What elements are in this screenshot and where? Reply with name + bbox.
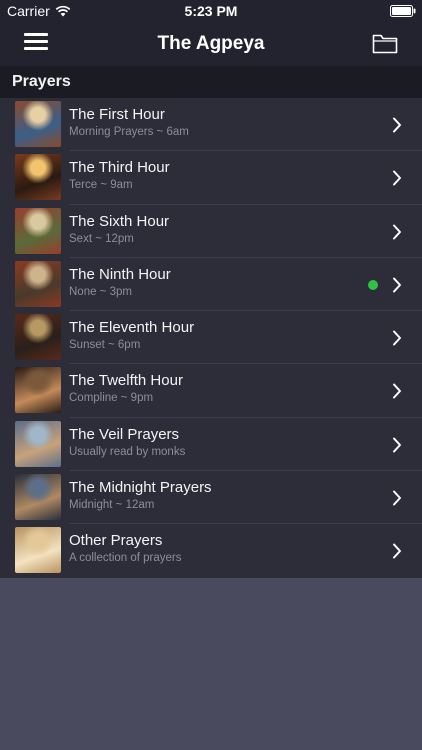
prayer-subtitle: Midnight ~ 12am xyxy=(69,499,155,512)
list-item[interactable]: The Eleventh Hour Sunset ~ 6pm xyxy=(0,311,422,365)
navigation-bar: The Agpeya xyxy=(0,22,422,66)
prayer-thumbnail xyxy=(15,420,61,467)
list-item[interactable]: The Midnight Prayers Midnight ~ 12am xyxy=(0,471,422,525)
prayer-thumbnail xyxy=(15,154,61,201)
list-item[interactable]: The Twelfth Hour Compline ~ 9pm xyxy=(0,364,422,418)
chevron-right-icon xyxy=(393,330,401,346)
status-time: 5:23 PM xyxy=(184,3,238,19)
chevron-right-icon xyxy=(393,277,401,293)
chevron-right-icon xyxy=(393,383,401,399)
prayer-subtitle: None ~ 3pm xyxy=(69,285,132,298)
prayer-title: The Sixth Hour xyxy=(69,212,170,230)
current-hour-dot xyxy=(368,279,378,290)
prayer-title: The First Hour xyxy=(69,106,165,123)
prayer-subtitle: Terce ~ 9am xyxy=(69,179,133,192)
list-item[interactable]: The First Hour Morning Prayers ~ 6am xyxy=(0,98,422,152)
folder-icon[interactable] xyxy=(372,32,398,54)
prayer-title: The Ninth Hour xyxy=(69,265,171,283)
prayer-thumbnail xyxy=(15,314,61,361)
list-item[interactable]: The Sixth Hour Sext ~ 12pm xyxy=(0,205,422,258)
prayer-thumbnail xyxy=(15,260,61,307)
list-item[interactable]: Other Prayers A collection of prayers xyxy=(0,524,422,577)
page-title: The Agpeya xyxy=(157,33,265,54)
prayer-thumbnail xyxy=(15,527,61,574)
list-item[interactable]: The Ninth Hour None ~ 3pm xyxy=(0,258,422,312)
chevron-right-icon xyxy=(393,543,401,559)
status-bar: Carrier 5:23 PM xyxy=(0,0,422,22)
chevron-right-icon xyxy=(393,224,401,240)
prayer-thumbnail xyxy=(15,207,61,254)
chevron-right-icon xyxy=(393,437,401,453)
prayer-title: The Eleventh Hour xyxy=(69,319,195,337)
prayer-subtitle: Morning Prayers ~ 6am xyxy=(69,126,189,138)
prayer-thumbnail xyxy=(15,474,61,521)
list-item[interactable]: The Third Hour Terce ~ 9am xyxy=(0,151,422,205)
prayer-subtitle: A collection of prayers xyxy=(69,552,182,565)
prayer-thumbnail xyxy=(15,367,61,414)
chevron-right-icon xyxy=(393,490,401,506)
prayer-title: The Third Hour xyxy=(69,159,170,177)
prayer-thumbnail xyxy=(15,101,61,147)
prayer-subtitle: Usually read by monks xyxy=(69,445,186,458)
chevron-right-icon xyxy=(393,170,401,186)
prayer-list: The First Hour Morning Prayers ~ 6am The T… xyxy=(0,98,422,578)
prayer-title: The Twelfth Hour xyxy=(69,372,183,390)
section-header-prayers: Prayers xyxy=(0,66,422,98)
list-item[interactable]: The Veil Prayers Usually read by monks xyxy=(0,418,422,472)
prayer-title: Other Prayers xyxy=(69,532,163,550)
prayer-subtitle: Sext ~ 12pm xyxy=(69,232,134,245)
prayer-subtitle: Sunset ~ 6pm xyxy=(69,339,141,352)
battery-icon xyxy=(390,5,416,17)
prayer-title: The Veil Prayers xyxy=(69,425,180,443)
prayer-title: The Midnight Prayers xyxy=(69,479,212,497)
section-title: Prayers xyxy=(12,73,71,90)
chevron-right-icon xyxy=(393,117,401,133)
prayer-subtitle: Compline ~ 9pm xyxy=(69,392,154,405)
